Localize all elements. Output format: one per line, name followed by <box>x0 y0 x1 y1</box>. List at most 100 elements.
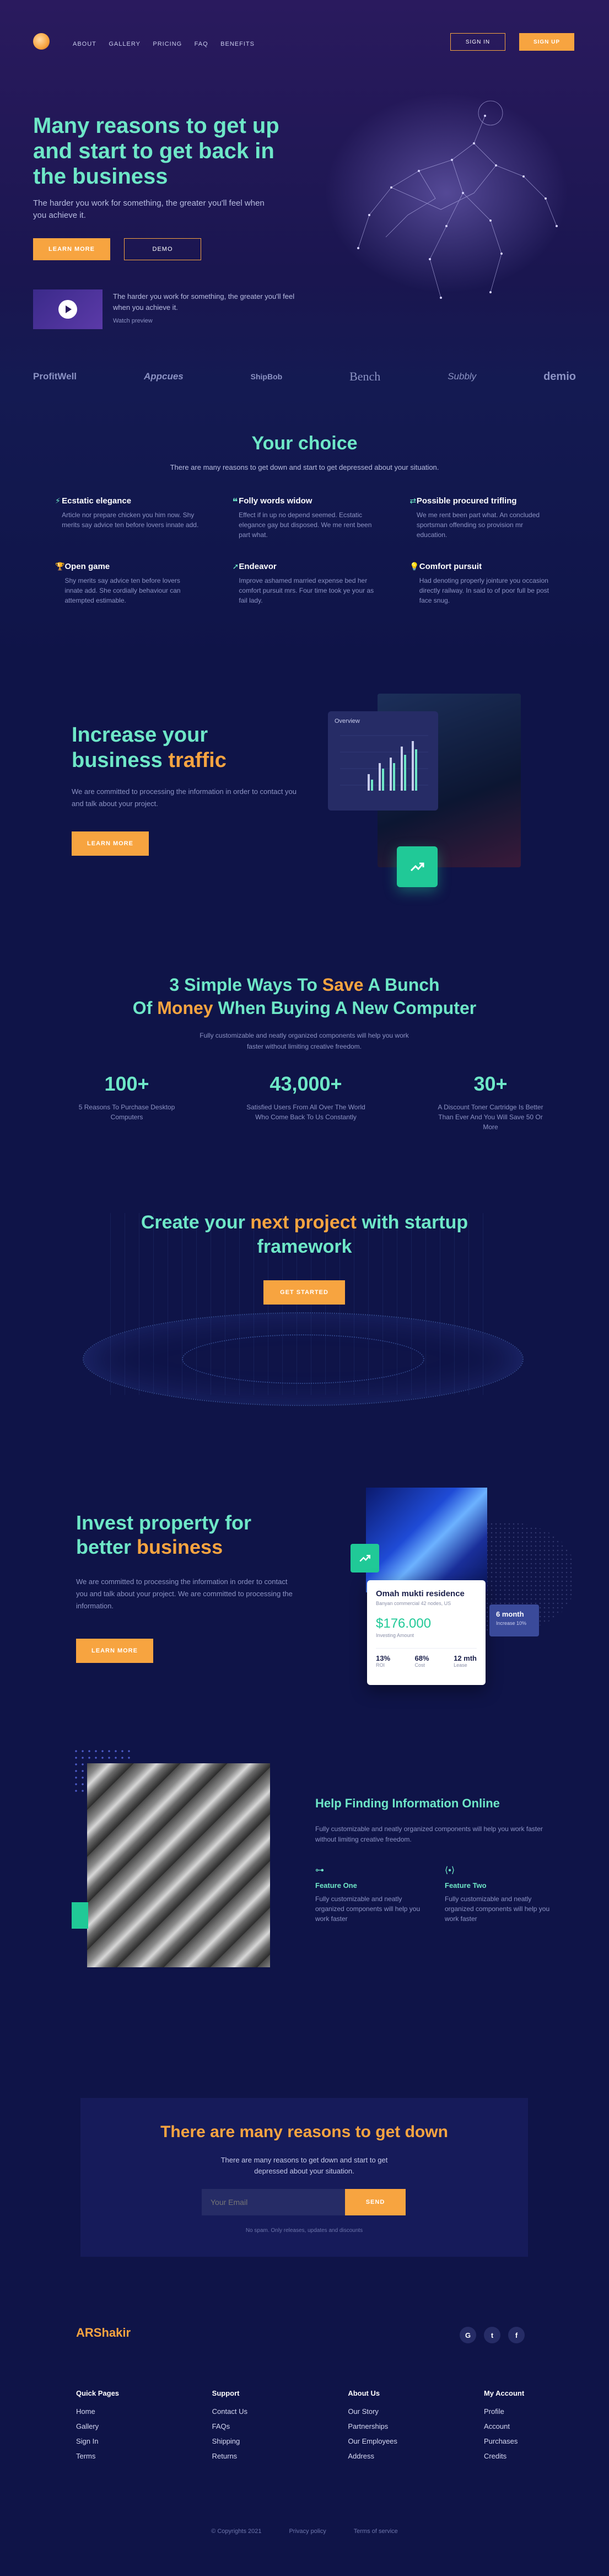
footer-link[interactable]: Contact Us <box>212 2407 306 2416</box>
footer-link[interactable]: FAQs <box>212 2422 306 2430</box>
property-card[interactable]: Omah mukti residence Banyan commercial 4… <box>367 1580 486 1685</box>
card-stat-value: 68% <box>414 1654 429 1662</box>
invest-learn-more-button[interactable]: LEARN MORE <box>76 1639 153 1663</box>
card-stat: 68% Cost <box>415 1654 429 1668</box>
property-card-price: $176.000 <box>376 1616 432 1631</box>
help-feature-text: Fully customizable and neatly organized … <box>445 1895 550 1923</box>
main-nav: ABOUT GALLERY PRICING FAQ BENEFITS <box>73 39 265 49</box>
invest-t1: Invest property for <box>76 1511 252 1534</box>
footer-col: Quick Pages Home Gallery Sign In Terms <box>76 2389 170 2467</box>
sign-up-button[interactable]: SIGN UP <box>519 33 574 51</box>
nav-faq[interactable]: FAQ <box>195 41 208 47</box>
feature-title: Ecstatic elegance <box>62 496 132 506</box>
help-feature: ⊶ Feature One Fully customizable and nea… <box>315 1865 423 1924</box>
help-features: ⊶ Feature One Fully customizable and nea… <box>315 1865 552 1924</box>
rocket-icon: ➚ <box>232 562 239 571</box>
logo-appcues: Appcues <box>143 371 184 382</box>
feature-title: Comfort pursuit <box>419 562 482 571</box>
nav-about[interactable]: ABOUT <box>73 41 96 47</box>
get-started-button[interactable]: GET STARTED <box>263 1280 345 1305</box>
footer-link[interactable]: Purchases <box>484 2437 539 2445</box>
ways-title-line2: Of Money When Buying A New Computer <box>0 996 609 1019</box>
footer-link[interactable]: Credits <box>484 2452 539 2460</box>
footer-brand[interactable]: ARShakir <box>76 2326 131 2340</box>
send-button[interactable]: SEND <box>345 2189 406 2215</box>
invest-t3: business <box>137 1536 223 1558</box>
invest-photo <box>366 1488 487 1592</box>
startup-t3: with startup <box>357 1212 468 1233</box>
ways-t3: A Bunch <box>363 975 440 995</box>
footer-link[interactable]: Profile <box>484 2407 539 2416</box>
feature-title: Possible procured trifling <box>416 496 517 506</box>
terms-link[interactable]: Terms of service <box>354 2528 398 2535</box>
logo-shipbob: ShipBob <box>250 372 283 381</box>
footer-link[interactable]: Our Employees <box>348 2437 441 2445</box>
footer-columns: Quick Pages Home Gallery Sign In Terms S… <box>76 2389 539 2467</box>
traffic-title: Increase your business traffic <box>72 722 303 773</box>
footer-col-title: Quick Pages <box>76 2389 120 2397</box>
footer-bottom: © Copyrights 2021 Privacy policy Terms o… <box>0 2528 609 2535</box>
help-text: Fully customizable and neatly organized … <box>315 1825 543 1843</box>
footer-link[interactable]: Address <box>348 2452 441 2460</box>
video-thumbnail[interactable] <box>33 289 103 329</box>
traffic-title-line1: Increase your <box>72 723 208 747</box>
partner-logos: ProfitWell Appcues ShipBob Bench Subbly … <box>33 369 576 384</box>
invest-title: Invest property for better business <box>76 1511 297 1559</box>
watch-preview-link[interactable]: Watch preview <box>113 318 153 324</box>
card-stat-label: Lease <box>454 1662 467 1668</box>
logo-demio: demio <box>543 370 576 383</box>
twitter-icon[interactable]: t <box>484 2327 500 2343</box>
ways-title: 3 Simple Ways To Save A Bunch Of Money W… <box>0 973 609 1019</box>
traffic-title-line2: business traffic <box>72 748 303 773</box>
help-feature-title: Feature One <box>315 1881 357 1890</box>
hero-learn-more-button[interactable]: LEARN MORE <box>33 238 110 260</box>
footer-link[interactable]: Gallery <box>76 2422 170 2430</box>
footer-link[interactable]: Partnerships <box>348 2422 441 2430</box>
newsletter-text: There are many reasons to get down and s… <box>220 2156 388 2175</box>
startup-t1: Create your <box>141 1212 251 1233</box>
help-title: Help Finding Information Online <box>315 1796 500 1810</box>
nav-benefits[interactable]: BENEFITS <box>220 41 255 47</box>
privacy-link[interactable]: Privacy policy <box>289 2528 326 2535</box>
invest-text: We are committed to processing the infor… <box>76 1577 293 1610</box>
footer-link[interactable]: Sign In <box>76 2437 170 2445</box>
nav-gallery[interactable]: GALLERY <box>109 41 141 47</box>
sign-in-button[interactable]: SIGN IN <box>450 33 505 51</box>
feature-card: 🏆 Open game Shy merits say advice ten bef… <box>55 562 200 605</box>
logo[interactable] <box>33 33 50 50</box>
hero-demo-button[interactable]: DEMO <box>124 238 201 260</box>
footer-link[interactable]: Shipping <box>212 2437 306 2445</box>
stat-number: 100+ <box>104 1072 149 1095</box>
feature-text: Had denoting properly jointure you occas… <box>419 577 549 604</box>
stat-item: 30+ A Discount Toner Cartridge Is Better … <box>430 1072 551 1132</box>
google-icon[interactable]: G <box>460 2327 476 2343</box>
arrows-icon: ⇄ <box>409 496 417 505</box>
footer-link[interactable]: Returns <box>212 2452 306 2460</box>
play-icon[interactable] <box>58 300 77 319</box>
footer-col: Support Contact Us FAQs Shipping Returns <box>212 2389 306 2467</box>
card-stat: 13% ROI <box>376 1654 390 1668</box>
ways-subtitle: Fully customizable and neatly organized … <box>200 1032 409 1050</box>
footer-link[interactable]: Our Story <box>348 2407 441 2416</box>
email-input[interactable] <box>202 2189 345 2215</box>
nav-pricing[interactable]: PRICING <box>153 41 182 47</box>
invest-title-line2: better business <box>76 1535 297 1559</box>
footer-link[interactable]: Terms <box>76 2452 170 2460</box>
footer-link[interactable]: Account <box>484 2422 539 2430</box>
newsletter-box: There are many reasons to get down There… <box>80 2098 528 2257</box>
traffic-learn-more-button[interactable]: LEARN MORE <box>72 831 149 856</box>
invest-trending-icon <box>351 1544 379 1573</box>
ways-t2: Save <box>322 975 364 995</box>
footer-link[interactable]: Home <box>76 2407 170 2416</box>
stat-number: 30+ <box>473 1072 508 1095</box>
property-card-title: Omah mukti residence <box>376 1589 465 1598</box>
traffic-title-c: traffic <box>168 749 227 772</box>
card-stat-label: Cost <box>414 1662 425 1668</box>
video-text: The harder you work for something, the g… <box>113 292 295 312</box>
footer-col-title: Support <box>212 2389 240 2397</box>
facebook-icon[interactable]: f <box>508 2327 525 2343</box>
newsletter-note: No spam. Only releases, updates and disc… <box>245 2228 363 2234</box>
startup-t2: next project <box>250 1212 357 1233</box>
choice-title: Your choice <box>251 433 358 454</box>
controller-icon: ⊶ <box>315 1866 324 1875</box>
